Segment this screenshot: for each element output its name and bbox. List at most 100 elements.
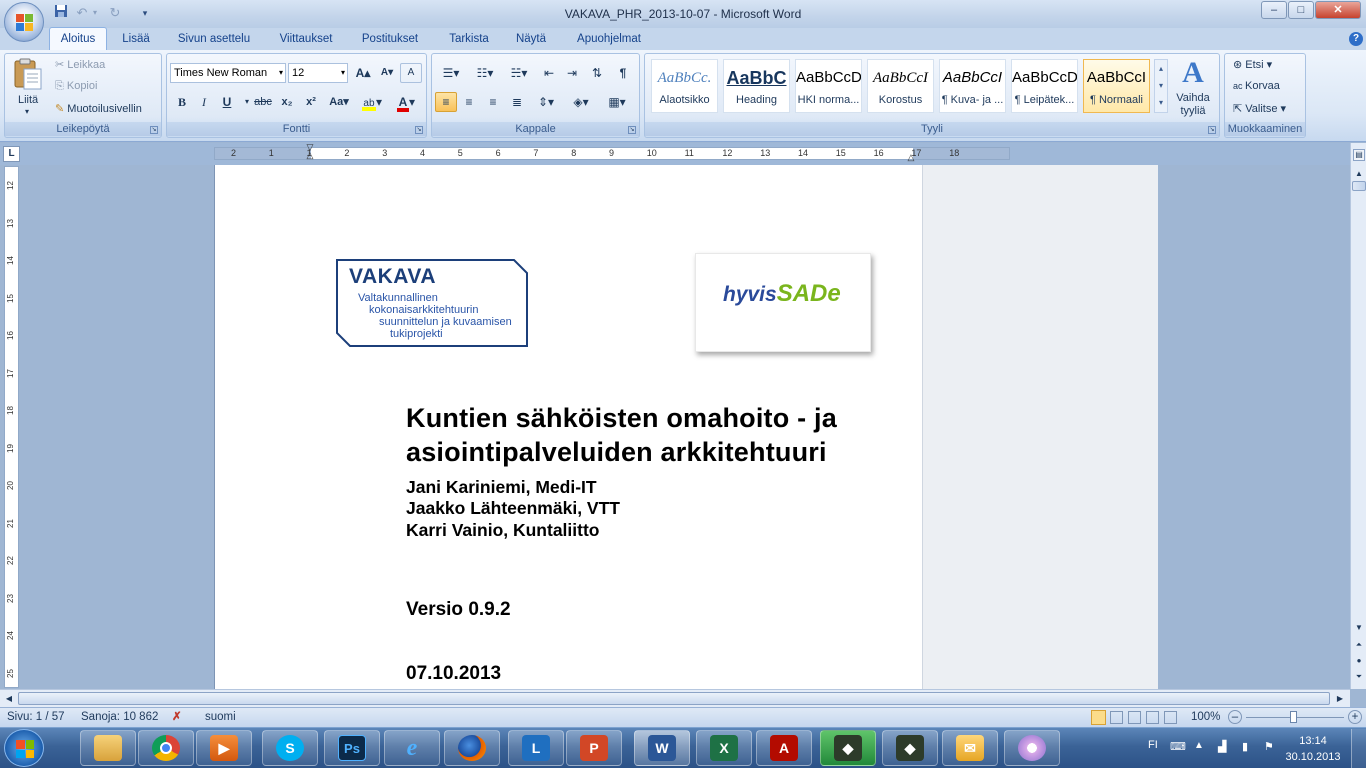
- word-count[interactable]: Sanoja: 10 862: [81, 708, 158, 727]
- shading-icon[interactable]: ◈▾: [566, 92, 596, 112]
- styles-scroll[interactable]: ▴ ▾ ▾: [1154, 59, 1168, 113]
- network-icon[interactable]: ▟: [1218, 740, 1226, 753]
- vertical-ruler[interactable]: 12 13 14 15 16 17 18 19 20 21 22 23 24 25: [4, 166, 19, 688]
- print-layout-view-icon[interactable]: [1091, 710, 1106, 725]
- highlight-color-icon[interactable]: ab▾: [357, 92, 387, 112]
- zoom-out-button[interactable]: –: [1228, 710, 1242, 724]
- taskbar-media[interactable]: ▶: [196, 730, 252, 766]
- align-center-icon[interactable]: ≡: [458, 92, 480, 112]
- flag-icon[interactable]: ⚑: [1264, 740, 1274, 753]
- taskbar-firefox[interactable]: [444, 730, 500, 766]
- tab-selector-button[interactable]: L: [3, 146, 20, 162]
- font-expand-icon[interactable]: ↘: [415, 126, 423, 134]
- horizontal-scroll-thumb[interactable]: [18, 692, 1330, 705]
- minimize-button[interactable]: –: [1261, 1, 1287, 19]
- language-indicator[interactable]: suomi: [205, 708, 236, 727]
- battery-icon[interactable]: ▮: [1242, 740, 1248, 753]
- style-alaotsikko[interactable]: AaBbCc. Alaotsikko: [651, 59, 718, 113]
- proofing-icon[interactable]: ✗: [172, 708, 182, 727]
- taskbar-app-dark[interactable]: ◆: [882, 730, 938, 766]
- horizontal-ruler[interactable]: 2 1 1 2 3 4 5 6 7 8 9 10 11 12 13 14 15 16 17 18: [214, 147, 1010, 160]
- style-leipateksti[interactable]: AaBbCcD ¶ Leipätek...: [1011, 59, 1078, 113]
- taskbar-explorer[interactable]: [80, 730, 136, 766]
- help-icon[interactable]: ?: [1349, 32, 1363, 46]
- change-styles-icon[interactable]: A: [1174, 57, 1212, 91]
- indent-marker-icon[interactable]: ▽ △: [305, 143, 315, 164]
- taskbar-ie[interactable]: e: [384, 730, 440, 766]
- style-heading[interactable]: AaBbC Heading: [723, 59, 790, 113]
- taskbar-acrobat[interactable]: A: [756, 730, 812, 766]
- ruler-toggle-icon[interactable]: ▤: [1353, 149, 1365, 161]
- redo-icon[interactable]: ↻: [106, 4, 124, 22]
- select-button[interactable]: ⇱ Valitse ▾: [1233, 102, 1286, 115]
- outline-view-icon[interactable]: [1146, 711, 1159, 724]
- paragraph-expand-icon[interactable]: ↘: [628, 126, 636, 134]
- page-count[interactable]: Sivu: 1 / 57: [7, 708, 65, 727]
- keyboard-icon[interactable]: ⌨: [1170, 740, 1186, 753]
- scroll-up-icon[interactable]: ▲: [1351, 167, 1366, 181]
- web-layout-icon[interactable]: [1128, 711, 1141, 724]
- tab-postitukset[interactable]: Postitukset: [352, 28, 428, 50]
- line-spacing-icon[interactable]: ⇕▾: [531, 92, 561, 112]
- align-left-icon[interactable]: ≡: [435, 92, 457, 112]
- browse-object-icon[interactable]: ●: [1351, 654, 1366, 668]
- underline-button[interactable]: U: [216, 92, 238, 112]
- clear-format-icon[interactable]: A: [400, 63, 422, 83]
- copy-button[interactable]: ⎘ Kopioi: [55, 80, 97, 93]
- previous-page-icon[interactable]: ⏶: [1351, 638, 1366, 652]
- styles-expand-icon[interactable]: ↘: [1208, 126, 1216, 134]
- close-button[interactable]: ✕: [1315, 1, 1361, 19]
- sort-icon[interactable]: ⇅: [586, 63, 608, 83]
- grow-font-icon[interactable]: A▴: [352, 63, 374, 83]
- bullets-icon[interactable]: ☰▾: [436, 63, 466, 83]
- show-hidden-icons-icon[interactable]: ▲: [1194, 740, 1204, 751]
- zoom-level[interactable]: 100%: [1191, 708, 1220, 727]
- font-color-icon[interactable]: A ▾: [391, 92, 421, 112]
- taskbar-excel[interactable]: X: [696, 730, 752, 766]
- strikethrough-button[interactable]: abc: [252, 92, 274, 112]
- taskbar-chrome[interactable]: [138, 730, 194, 766]
- style-normaali[interactable]: AaBbCcI ¶ Normaali: [1083, 59, 1150, 113]
- horizontal-scrollbar[interactable]: ◀ ▶: [0, 689, 1350, 707]
- full-screen-reading-icon[interactable]: [1110, 711, 1123, 724]
- clock-date[interactable]: 30.10.2013: [1284, 751, 1342, 763]
- tab-tarkista[interactable]: Tarkista: [439, 28, 499, 50]
- taskbar-outlook[interactable]: ✉: [942, 730, 998, 766]
- font-name-combo[interactable]: Times New Roman ▾: [170, 63, 286, 83]
- shrink-font-icon[interactable]: A▾: [376, 63, 398, 83]
- italic-button[interactable]: I: [193, 92, 215, 112]
- language-bar[interactable]: FI: [1148, 739, 1158, 751]
- start-button[interactable]: [4, 729, 44, 767]
- undo-dropdown-icon[interactable]: ▾: [86, 4, 104, 22]
- font-size-combo[interactable]: 12 ▾: [288, 63, 348, 83]
- tab-lisaa[interactable]: Lisää: [113, 28, 159, 50]
- tab-viittaukset[interactable]: Viittaukset: [269, 28, 343, 50]
- format-painter-button[interactable]: ✎ Muotoilusivellin: [55, 102, 142, 115]
- scroll-down-icon[interactable]: ▼: [1351, 621, 1366, 635]
- change-case-button[interactable]: Aa▾: [326, 92, 352, 112]
- clipboard-expand-icon[interactable]: ↘: [150, 126, 158, 134]
- save-icon[interactable]: [52, 4, 70, 22]
- office-button[interactable]: [4, 2, 44, 42]
- scroll-thumb[interactable]: [1352, 181, 1366, 191]
- draft-view-icon[interactable]: [1164, 711, 1177, 724]
- find-button[interactable]: ⊛ Etsi ▾: [1233, 58, 1272, 71]
- maximize-button[interactable]: □: [1288, 1, 1314, 19]
- change-styles-button[interactable]: Vaihda tyyliä: [1173, 92, 1213, 118]
- tab-nayta[interactable]: Näytä: [507, 28, 555, 50]
- increase-indent-icon[interactable]: ⇥: [561, 63, 583, 83]
- style-hki-normaali[interactable]: AaBbCcD HKI norma...: [795, 59, 862, 113]
- next-page-icon[interactable]: ⏷: [1351, 670, 1366, 684]
- scroll-right-icon[interactable]: ▶: [1333, 692, 1347, 706]
- taskbar-lync[interactable]: L: [508, 730, 564, 766]
- zoom-in-button[interactable]: +: [1348, 710, 1362, 724]
- style-kuva-ja[interactable]: AaBbCcI ¶ Kuva- ja ...: [939, 59, 1006, 113]
- cut-button[interactable]: ✂ Leikkaa: [55, 58, 105, 71]
- tab-aloitus[interactable]: Aloitus: [49, 27, 107, 51]
- subscript-button[interactable]: x₂: [276, 92, 298, 112]
- customize-qat-icon[interactable]: ▾: [136, 4, 154, 22]
- justify-icon[interactable]: ≣: [506, 92, 528, 112]
- taskbar-word[interactable]: W: [634, 730, 690, 766]
- vertical-scrollbar[interactable]: ▤ ▲ ▼ ⏶ ● ⏷: [1350, 143, 1366, 689]
- align-right-icon[interactable]: ≡: [482, 92, 504, 112]
